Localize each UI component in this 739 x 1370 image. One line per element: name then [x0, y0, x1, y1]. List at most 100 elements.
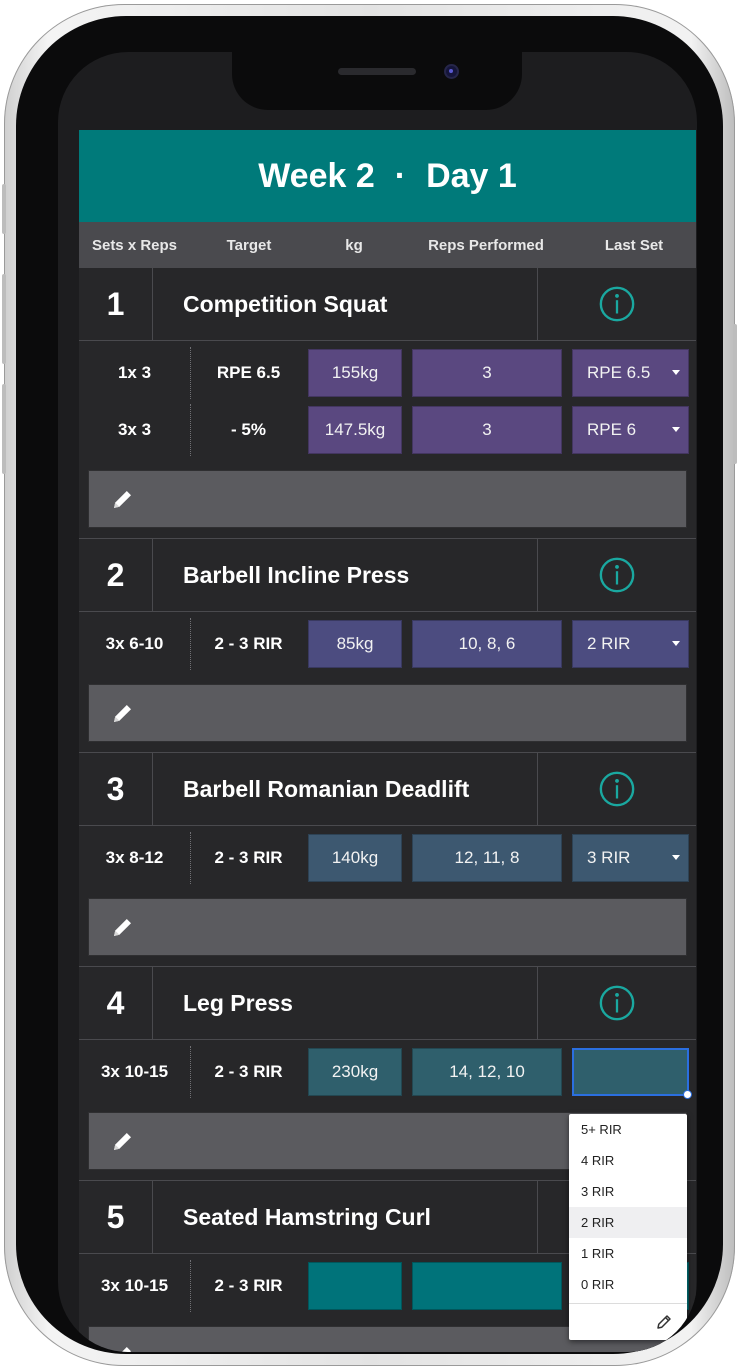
- dropdown-option[interactable]: 4 RIR: [569, 1145, 687, 1176]
- exercise-name[interactable]: Competition Squat: [153, 268, 538, 340]
- column-headers: Sets x Reps Target kg Reps Performed Las…: [79, 222, 696, 268]
- speaker: [338, 68, 416, 75]
- column-header: Sets x Reps: [91, 236, 178, 254]
- exercise-name[interactable]: Barbell Incline Press: [153, 539, 538, 611]
- dropdown-option[interactable]: 3 RIR: [569, 1176, 687, 1207]
- power-button: [733, 324, 737, 464]
- exercise-block: 2 Barbell Incline Press 3x 6-10 2 - 3 RIR 85…: [79, 539, 696, 753]
- kg-input[interactable]: [308, 1262, 402, 1310]
- exercise-notes-field[interactable]: [88, 898, 687, 956]
- exercise-header: 3 Barbell Romanian Deadlift: [79, 753, 696, 826]
- info-circle-icon[interactable]: [598, 285, 636, 323]
- column-header: Target: [226, 236, 272, 254]
- last-set-value: 2 RIR: [587, 634, 631, 653]
- set-rows: 3x 8-12 2 - 3 RIR 140kg 12, 11, 8 3 RIR: [79, 826, 696, 888]
- set-rows: 3x 6-10 2 - 3 RIR 85kg 10, 8, 6 2 RIR: [79, 612, 696, 674]
- pencil-icon: [114, 919, 131, 936]
- target-value: - 5%: [231, 420, 266, 439]
- kg-input[interactable]: 85kg: [308, 620, 402, 668]
- volume-down-button: [2, 384, 6, 474]
- exercise-block: 1 Competition Squat 1x 3 RPE 6.5 155kg 3 RPE 6…: [79, 268, 696, 539]
- dropdown-option[interactable]: 1 RIR: [569, 1238, 687, 1269]
- last-set-select[interactable]: RPE 6: [572, 406, 689, 454]
- exercise-notes-field[interactable]: [88, 684, 687, 742]
- exercise-number: 5: [79, 1181, 153, 1253]
- phone-frame: Week 2 · Day 1 Sets x Reps Target kg Rep…: [2, 4, 737, 1366]
- dropdown-option[interactable]: 5+ RIR: [569, 1114, 687, 1145]
- kg-input[interactable]: 155kg: [308, 349, 402, 397]
- exercise-header: 4 Leg Press: [79, 967, 696, 1040]
- kg-input[interactable]: 147.5kg: [308, 406, 402, 454]
- sets-reps-value: 3x 6-10: [79, 618, 191, 670]
- chevron-down-icon: [672, 427, 680, 432]
- last-set-value: RPE 6.5: [587, 363, 651, 382]
- dropdown-option[interactable]: 2 RIR: [569, 1207, 687, 1238]
- exercise-number: 4: [79, 967, 153, 1039]
- reps-performed-input[interactable]: 3: [412, 406, 562, 454]
- camera: [446, 66, 457, 77]
- last-set-select[interactable]: 3 RIR: [572, 834, 689, 882]
- week-label: Week 2: [258, 156, 375, 195]
- pencil-icon[interactable]: [655, 1313, 673, 1331]
- exercise-name[interactable]: Barbell Romanian Deadlift: [153, 753, 538, 825]
- last-set-dropdown[interactable]: 5+ RIR 4 RIR 3 RIR 2 RIR 1 RIR 0 RIR: [569, 1114, 687, 1340]
- phone-bezel: Week 2 · Day 1 Sets x Reps Target kg Rep…: [16, 16, 723, 1354]
- sets-reps-value: 3x 10-15: [79, 1260, 191, 1312]
- pencil-icon: [114, 705, 131, 722]
- exercise-info-button[interactable]: [538, 539, 696, 611]
- reps-performed-input[interactable]: 10, 8, 6: [412, 620, 562, 668]
- sets-reps-value: 3x 10-15: [79, 1046, 191, 1098]
- chevron-down-icon: [672, 641, 680, 646]
- exercise-number: 3: [79, 753, 153, 825]
- info-circle-icon[interactable]: [598, 984, 636, 1022]
- kg-input[interactable]: 140kg: [308, 834, 402, 882]
- pencil-icon: [121, 1347, 131, 1352]
- last-set-value: RPE 6: [587, 420, 637, 439]
- exercise-info-button[interactable]: [538, 268, 696, 340]
- exercise-notes-field[interactable]: [88, 470, 687, 528]
- set-row: 3x 10-15 2 - 3 RIR 230kg 14, 12, 10: [79, 1046, 696, 1099]
- target-value: 2 - 3 RIR: [214, 1276, 283, 1295]
- reps-performed-input[interactable]: 12, 11, 8: [412, 834, 562, 882]
- phone-screen: Week 2 · Day 1 Sets x Reps Target kg Rep…: [58, 52, 697, 1352]
- info-circle-icon[interactable]: [598, 770, 636, 808]
- day-label: Day 1: [426, 156, 517, 195]
- exercise-number: 1: [79, 268, 153, 340]
- pencil-icon: [114, 491, 131, 508]
- info-circle-icon[interactable]: [598, 556, 636, 594]
- set-row: 1x 3 RPE 6.5 155kg 3 RPE 6.5: [79, 347, 696, 399]
- dropdown-options: 5+ RIR 4 RIR 3 RIR 2 RIR 1 RIR 0 RIR: [569, 1114, 687, 1300]
- chevron-down-icon: [672, 370, 680, 375]
- set-row: 3x 3 - 5% 147.5kg 3 RPE 6: [79, 404, 696, 456]
- exercise-name[interactable]: Leg Press: [153, 967, 538, 1039]
- exercise-header: 1 Competition Squat: [79, 268, 696, 341]
- target-value: 2 - 3 RIR: [214, 1062, 283, 1081]
- exercise-number: 2: [79, 539, 153, 611]
- last-set-select[interactable]: RPE 6.5: [572, 349, 689, 397]
- last-set-select[interactable]: [572, 1048, 692, 1099]
- title-separator: ·: [394, 156, 407, 195]
- notch: [232, 52, 522, 110]
- sets-reps-value: 3x 8-12: [79, 832, 191, 884]
- exercise-header: 2 Barbell Incline Press: [79, 539, 696, 612]
- exercise-name[interactable]: Seated Hamstring Curl: [153, 1181, 538, 1253]
- pencil-icon: [114, 1133, 131, 1150]
- exercise-info-button[interactable]: [538, 753, 696, 825]
- kg-input[interactable]: 230kg: [308, 1048, 402, 1096]
- target-value: 2 - 3 RIR: [214, 634, 283, 653]
- reps-performed-input[interactable]: 14, 12, 10: [412, 1048, 562, 1096]
- target-value: RPE 6.5: [216, 363, 281, 382]
- chevron-down-icon: [672, 855, 680, 860]
- reps-performed-input[interactable]: [412, 1262, 562, 1310]
- exercise-info-button[interactable]: [538, 967, 696, 1039]
- volume-up-button: [2, 274, 6, 364]
- set-row: 3x 8-12 2 - 3 RIR 140kg 12, 11, 8 3 RIR: [79, 832, 696, 884]
- last-set-select[interactable]: 2 RIR: [572, 620, 689, 668]
- set-rows: 3x 10-15 2 - 3 RIR 230kg 14, 12, 10: [79, 1040, 696, 1102]
- column-header: Last Set: [604, 236, 664, 254]
- dropdown-option[interactable]: 0 RIR: [569, 1269, 687, 1300]
- last-set-value: 3 RIR: [587, 848, 631, 867]
- page-title: Week 2 · Day 1: [79, 130, 696, 222]
- column-header: kg: [345, 236, 363, 254]
- reps-performed-input[interactable]: 3: [412, 349, 562, 397]
